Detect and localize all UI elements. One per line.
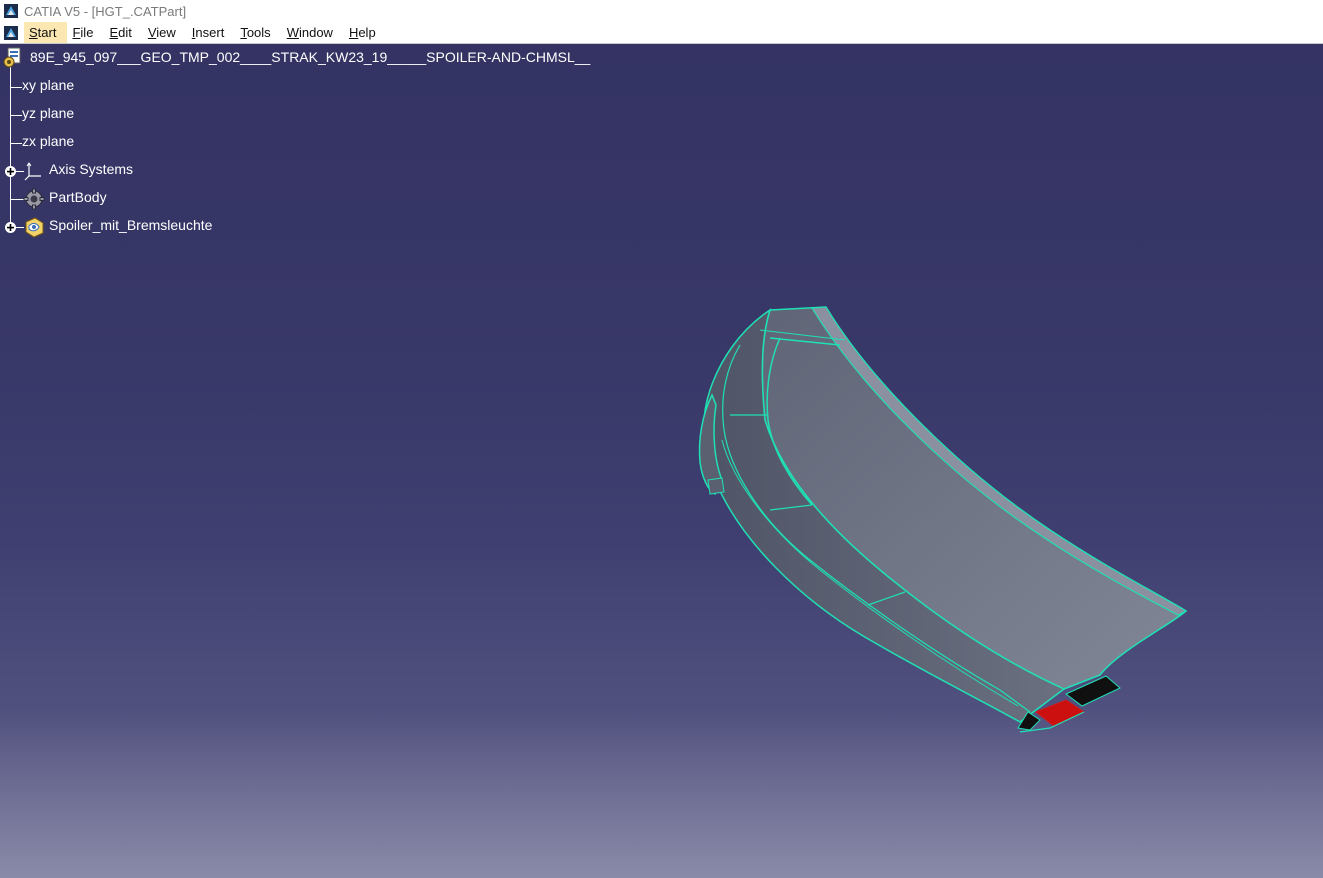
menu-help-key: H xyxy=(348,25,359,40)
tree-branch-line xyxy=(10,115,22,116)
tree-item-xy-plane[interactable]: xy plane xyxy=(22,77,74,93)
menu-help[interactable]: Help xyxy=(344,22,387,43)
menu-edit-key: E xyxy=(109,25,119,40)
tree-item-axis-systems[interactable]: Axis Systems xyxy=(49,161,133,177)
menu-start-key: S xyxy=(29,25,38,40)
window-title: CATIA V5 - [HGT_.CATPart] xyxy=(24,3,187,19)
tree-branch-line xyxy=(10,199,24,200)
menu-start[interactable]: Start xyxy=(24,22,68,43)
expand-plus-icon[interactable] xyxy=(4,221,17,234)
tree-branch-line xyxy=(10,143,22,144)
menu-view-rest: iew xyxy=(156,25,176,40)
axis-system-icon[interactable] xyxy=(24,161,44,181)
part-body-icon[interactable] xyxy=(23,188,45,210)
spoiler-top-surface xyxy=(761,306,1188,690)
tree-item-spoiler-geometrical-set[interactable]: Spoiler_mit_Bremsleuchte xyxy=(49,217,212,233)
menu-bar: Start File Edit View Insert Tools Window… xyxy=(0,22,1323,44)
tree-branch-line xyxy=(10,87,22,88)
menu-file[interactable]: File xyxy=(67,22,104,43)
menu-help-rest: elp xyxy=(358,25,376,40)
menu-view[interactable]: View xyxy=(143,22,187,43)
menu-file-rest: ile xyxy=(80,25,94,40)
menu-tools[interactable]: Tools xyxy=(235,22,281,43)
menu-start-rest: tart xyxy=(37,25,57,40)
menu-window-key: W xyxy=(286,25,299,40)
tree-item-zx-plane[interactable]: zx plane xyxy=(22,133,74,149)
menu-window-rest: indow xyxy=(298,25,333,40)
tree-item-partbody[interactable]: PartBody xyxy=(49,189,107,205)
spoiler-bracket xyxy=(707,477,725,495)
3d-viewport[interactable]: 89E_945_097___GEO_TMP_002____STRAK_KW23_… xyxy=(0,44,1323,878)
menu-edit-rest: dit xyxy=(118,25,132,40)
expand-plus-icon[interactable] xyxy=(4,165,17,178)
menu-tools-rest: ools xyxy=(246,25,271,40)
menu-window[interactable]: Window xyxy=(282,22,344,43)
menu-insert-rest: nsert xyxy=(195,25,225,40)
specification-tree: 89E_945_097___GEO_TMP_002____STRAK_KW23_… xyxy=(0,44,620,244)
catia-app-icon xyxy=(4,4,18,18)
menu-insert[interactable]: Insert xyxy=(187,22,236,43)
tree-trunk-line xyxy=(10,66,11,228)
menu-edit[interactable]: Edit xyxy=(104,22,142,43)
tree-item-yz-plane[interactable]: yz plane xyxy=(22,105,74,121)
tree-root-label[interactable]: 89E_945_097___GEO_TMP_002____STRAK_KW23_… xyxy=(30,49,590,65)
document-icon[interactable] xyxy=(4,25,18,40)
part-document-icon[interactable] xyxy=(2,47,24,69)
window-titlebar: CATIA V5 - [HGT_.CATPart] xyxy=(0,0,1323,22)
geometrical-set-icon[interactable] xyxy=(23,216,45,238)
